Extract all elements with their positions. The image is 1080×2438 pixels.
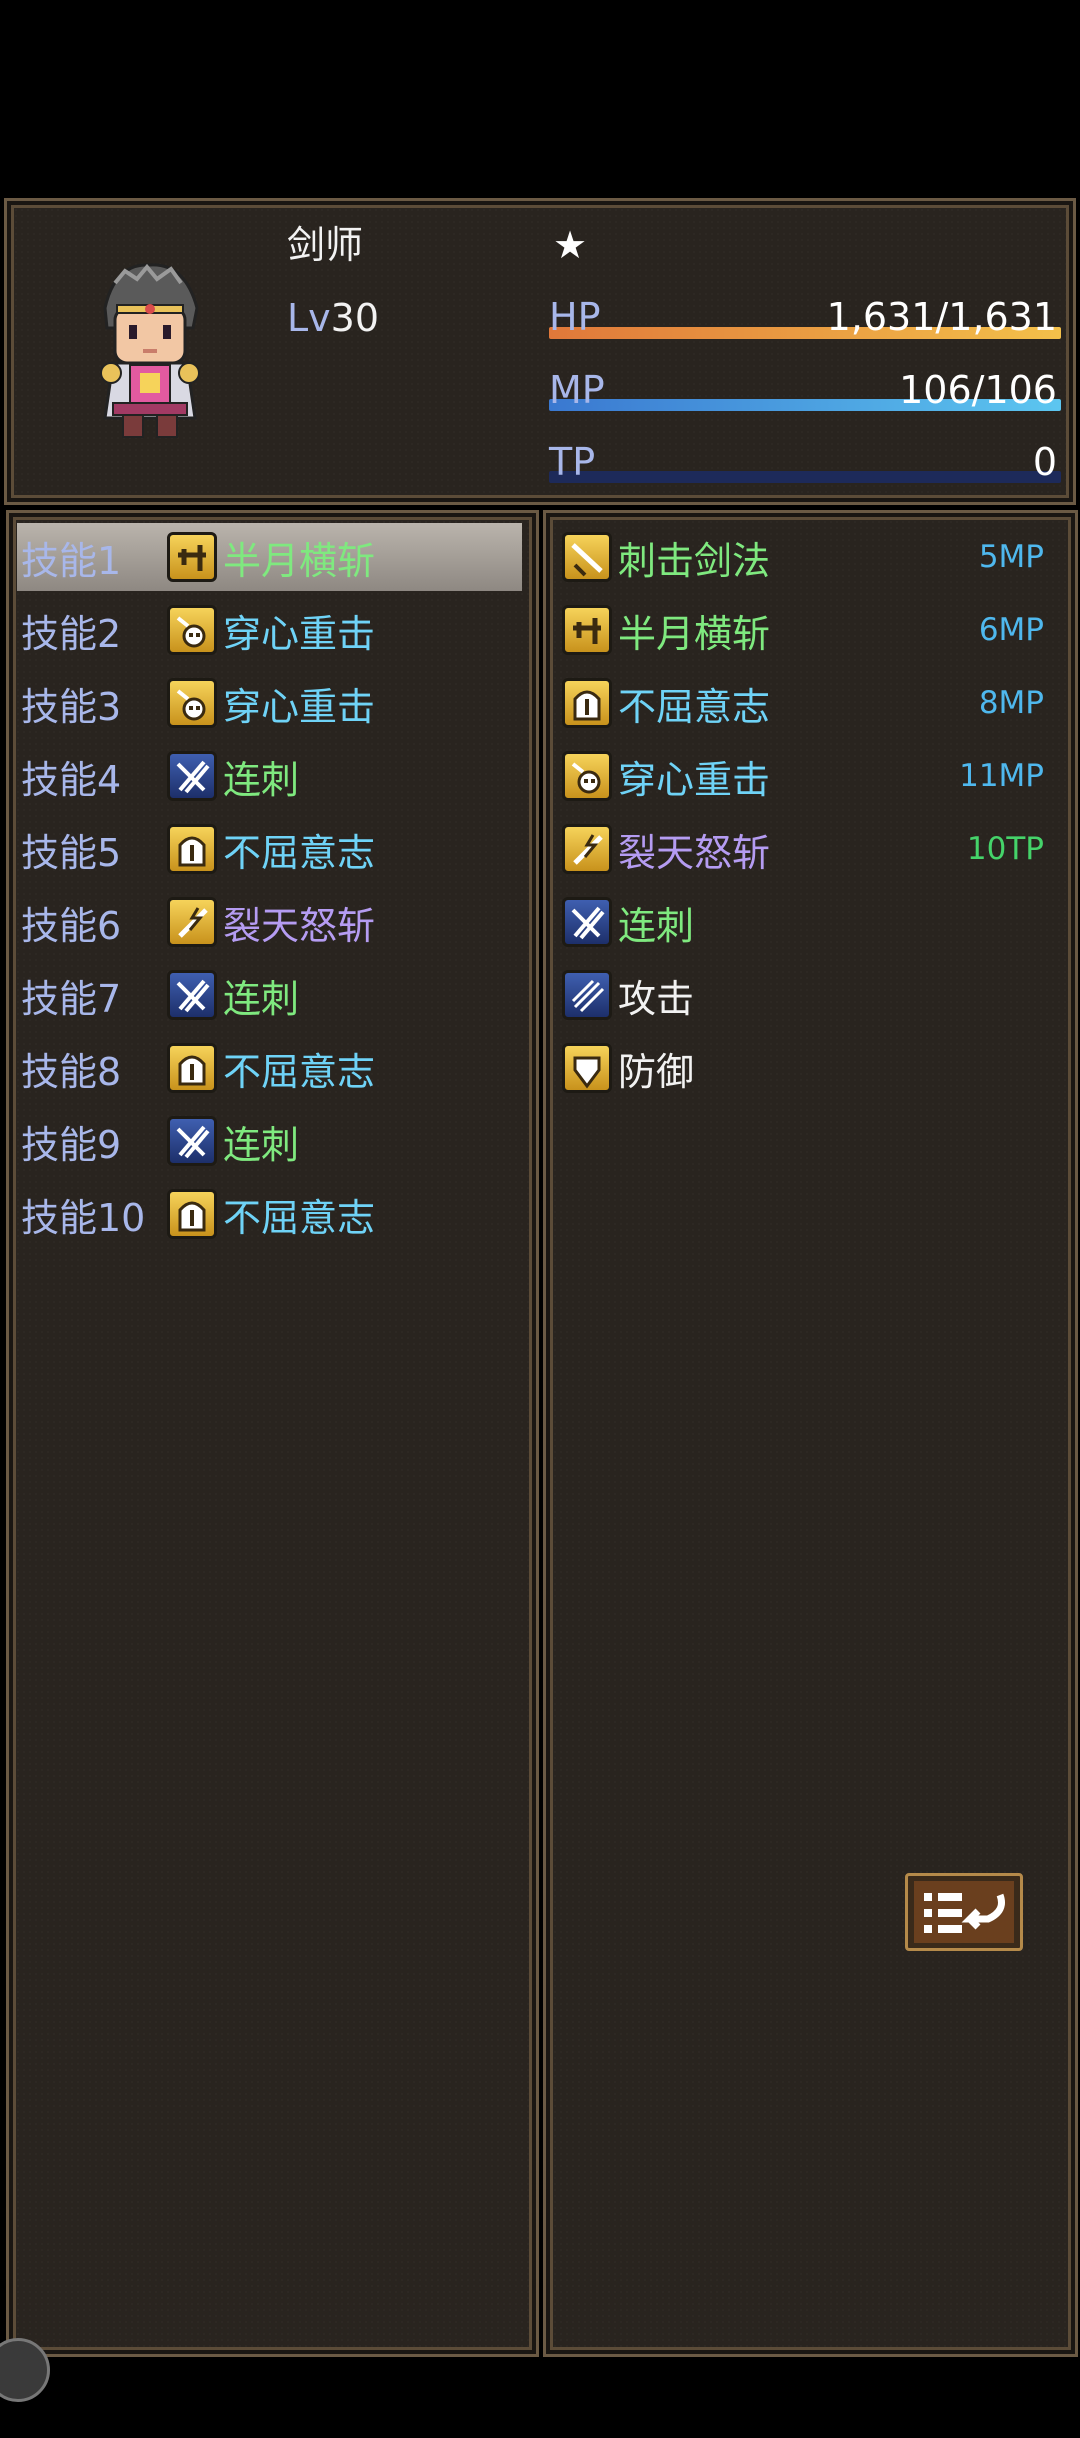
- skill-cost: 10TP: [966, 831, 1044, 867]
- actor-status-panel: 剑师 ★ Lv30 HP 1,631/1,631 MP 106/106 TP 0: [4, 198, 1076, 505]
- lightning-sword-icon: [562, 824, 612, 874]
- slot-label: 技能1: [21, 538, 122, 583]
- slash-attack-icon: [562, 970, 612, 1020]
- slot-label: 技能8: [21, 1049, 122, 1094]
- skill-list: 刺击剑法 5MP 半月横斩 6MP 不屈意志 8MP 穿心重击 11MP 裂天怒斩 10TP 连刺攻…: [543, 510, 1078, 2357]
- hp-label: HP: [549, 295, 601, 339]
- skill-slot-row[interactable]: 技能4 连刺: [17, 742, 522, 810]
- skill-slot-row[interactable]: 技能7 连刺: [17, 961, 522, 1029]
- actor-portrait: [85, 253, 215, 443]
- helmet-icon: [167, 1189, 217, 1239]
- skill-list-item[interactable]: 防御: [562, 1034, 1062, 1102]
- skill-list-item[interactable]: 刺击剑法 5MP: [562, 523, 1062, 591]
- helmet-icon: [562, 678, 612, 728]
- claw-slash-icon: [562, 897, 612, 947]
- skill-slot-row[interactable]: 技能6 裂天怒斩: [17, 888, 522, 956]
- helmet-icon: [167, 1043, 217, 1093]
- skill-name: 裂天怒斩: [618, 830, 771, 875]
- slot-skill-name: 穿心重击: [223, 611, 376, 656]
- hp-value: 1,631/1,631: [826, 295, 1057, 339]
- slot-skill-name: 裂天怒斩: [223, 903, 376, 948]
- skill-slot-row[interactable]: 技能5 不屈意志: [17, 815, 522, 883]
- mp-value: 106/106: [899, 368, 1057, 412]
- skill-name: 半月横斩: [618, 611, 771, 656]
- slot-skill-name: 连刺: [223, 976, 300, 1021]
- skill-cost: 8MP: [978, 685, 1044, 721]
- level-label: Lv: [287, 296, 331, 340]
- skill-name: 攻击: [618, 976, 695, 1021]
- tp-bar: [549, 471, 1061, 483]
- skill-name: 不屈意志: [618, 684, 771, 729]
- skill-cost: 6MP: [978, 612, 1044, 648]
- skull-strike-icon: [562, 751, 612, 801]
- skill-list-item[interactable]: 连刺: [562, 888, 1062, 956]
- slot-skill-name: 不屈意志: [223, 830, 376, 875]
- slot-skill-name: 连刺: [223, 1122, 300, 1167]
- skill-name: 防御: [618, 1049, 695, 1094]
- tp-label: TP: [549, 440, 596, 484]
- slot-skill-name: 穿心重击: [223, 684, 376, 729]
- helmet-icon: [167, 824, 217, 874]
- skill-name: 刺击剑法: [618, 538, 771, 583]
- skill-list-item[interactable]: 裂天怒斩 10TP: [562, 815, 1062, 883]
- skill-slot-row[interactable]: 技能1 半月横斩: [17, 523, 522, 591]
- actor-star-rank: ★: [553, 223, 588, 267]
- shield-icon: [562, 1043, 612, 1093]
- back-button[interactable]: [905, 1873, 1023, 1951]
- skill-cost: 5MP: [978, 539, 1044, 575]
- slot-skill-name: 半月横斩: [223, 538, 376, 583]
- slot-skill-name: 连刺: [223, 757, 300, 802]
- skill-list-item[interactable]: 攻击: [562, 961, 1062, 1029]
- skill-name: 穿心重击: [618, 757, 771, 802]
- skill-list-item[interactable]: 不屈意志 8MP: [562, 669, 1062, 737]
- skill-slot-list: 技能1 半月横斩 技能2 穿心重击 技能3 穿心重击 技能4 连刺 技能5 不屈意志 技能6 裂天怒斩…: [6, 510, 539, 2357]
- slot-label: 技能10: [21, 1195, 146, 1240]
- slot-label: 技能3: [21, 684, 122, 729]
- actor-class-name: 剑师: [287, 223, 364, 267]
- slot-skill-name: 不屈意志: [223, 1195, 376, 1240]
- slot-label: 技能2: [21, 611, 122, 656]
- slot-label: 技能4: [21, 757, 122, 802]
- skill-list-item[interactable]: 穿心重击 11MP: [562, 742, 1062, 810]
- back-return-icon: [914, 1881, 1014, 1943]
- level-value: 30: [330, 296, 380, 340]
- slot-label: 技能6: [21, 903, 122, 948]
- tp-value: 0: [1032, 440, 1057, 484]
- skill-slot-row[interactable]: 技能9 连刺: [17, 1107, 522, 1175]
- slot-label: 技能9: [21, 1122, 122, 1167]
- sword-slash-icon: [562, 605, 612, 655]
- skill-slot-row[interactable]: 技能8 不屈意志: [17, 1034, 522, 1102]
- slot-label: 技能5: [21, 830, 122, 875]
- sword-thrust-icon: [562, 532, 612, 582]
- claw-slash-icon: [167, 970, 217, 1020]
- skill-slot-row[interactable]: 技能3 穿心重击: [17, 669, 522, 737]
- lightning-sword-icon: [167, 897, 217, 947]
- skill-slot-row[interactable]: 技能2 穿心重击: [17, 596, 522, 664]
- skull-strike-icon: [167, 605, 217, 655]
- actor-level: Lv30: [287, 294, 379, 342]
- mp-label: MP: [549, 368, 605, 412]
- skill-cost: 11MP: [959, 758, 1044, 794]
- claw-slash-icon: [167, 1116, 217, 1166]
- skill-list-item[interactable]: 半月横斩 6MP: [562, 596, 1062, 664]
- slot-label: 技能7: [21, 976, 122, 1021]
- slot-skill-name: 不屈意志: [223, 1049, 376, 1094]
- claw-slash-icon: [167, 751, 217, 801]
- sword-slash-icon: [167, 532, 217, 582]
- skull-strike-icon: [167, 678, 217, 728]
- skill-name: 连刺: [618, 903, 695, 948]
- skill-slot-row[interactable]: 技能10 不屈意志: [17, 1180, 522, 1248]
